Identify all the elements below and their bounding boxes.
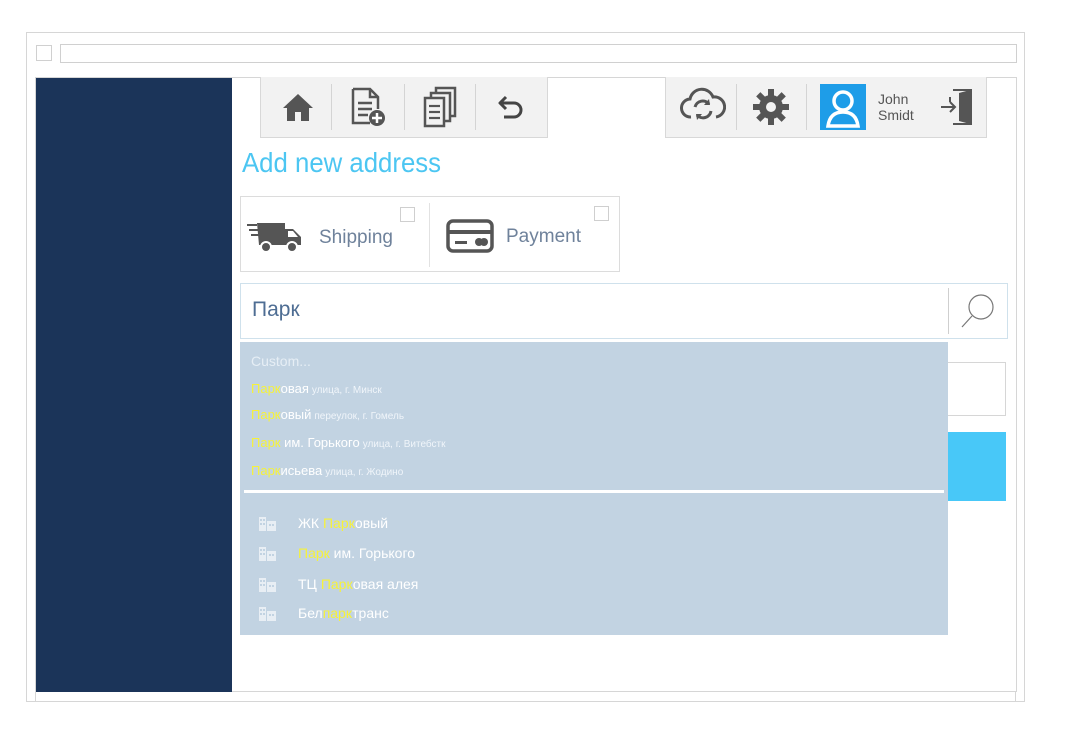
gear-icon	[753, 89, 789, 125]
building-icon	[259, 547, 276, 562]
sidebar	[36, 78, 232, 692]
truck-icon	[247, 223, 301, 253]
cloud-sync-icon	[680, 87, 726, 120]
undo-icon	[498, 95, 523, 119]
logout-icon	[941, 89, 972, 125]
address-field[interactable]	[940, 362, 1006, 416]
place-suggestion[interactable]: Белпарктранс	[258, 605, 389, 622]
dropdown-divider	[244, 490, 944, 493]
documents-icon	[423, 86, 457, 128]
place-suggestion[interactable]: ТЦ Парковая алея	[258, 576, 418, 593]
frame-edge	[35, 692, 36, 702]
credit-card-icon	[446, 219, 494, 253]
search-input[interactable]: Парк	[252, 298, 300, 322]
user-name[interactable]: John Smidt	[878, 91, 914, 123]
shipping-label: Shipping	[319, 227, 393, 248]
add-document-icon	[351, 87, 385, 126]
payment-checkbox[interactable]	[594, 206, 609, 221]
street-suggestion[interactable]: Парковая улица, г. Минск	[251, 380, 382, 398]
place-suggestion[interactable]: ЖК Парковый	[258, 515, 388, 532]
building-icon	[259, 578, 276, 593]
street-suggestion[interactable]: Парковый переулок, г. Гомель	[251, 406, 404, 424]
logout-button[interactable]	[932, 77, 982, 137]
home-button[interactable]	[265, 77, 331, 137]
add-document-button[interactable]	[332, 77, 404, 137]
user-last-name: Smidt	[878, 107, 914, 123]
user-avatar-icon	[820, 84, 866, 130]
building-icon	[259, 607, 276, 622]
payment-option[interactable]: Payment	[430, 197, 619, 271]
street-suggestion[interactable]: Паркисьева улица, г. Жодино	[251, 462, 403, 480]
settings-button[interactable]	[737, 77, 805, 137]
undo-button[interactable]	[476, 77, 546, 137]
search-icon	[961, 294, 994, 328]
place-suggestion[interactable]: Парк им. Горького	[258, 545, 415, 562]
shipping-checkbox[interactable]	[400, 207, 415, 222]
window-control-button[interactable]	[36, 45, 52, 61]
address-search: Парк	[240, 283, 1008, 339]
shipping-option[interactable]: Shipping	[241, 197, 429, 271]
suggestions-dropdown: Custom... Парковая улица, г. Минск Парков…	[240, 342, 948, 635]
user-toolbar: John Smidt	[665, 77, 987, 138]
frame-edge	[1015, 692, 1016, 702]
documents-button[interactable]	[405, 77, 475, 137]
user-first-name: John	[878, 91, 909, 107]
street-suggestion[interactable]: Парк им. Горького улица, г. Витебстк	[251, 434, 445, 452]
submit-button[interactable]	[940, 432, 1006, 501]
user-avatar[interactable]	[819, 77, 867, 137]
custom-address-option[interactable]: Custom...	[251, 353, 311, 369]
building-icon	[259, 517, 276, 532]
address-bar[interactable]	[60, 44, 1017, 63]
page-title: Add new address	[242, 147, 442, 178]
search-button[interactable]	[951, 286, 1005, 336]
sync-button[interactable]	[670, 77, 736, 137]
main-toolbar	[260, 77, 548, 138]
payment-label: Payment	[506, 226, 581, 247]
address-type-options: Shipping Payment	[240, 196, 620, 272]
home-icon	[283, 94, 313, 121]
